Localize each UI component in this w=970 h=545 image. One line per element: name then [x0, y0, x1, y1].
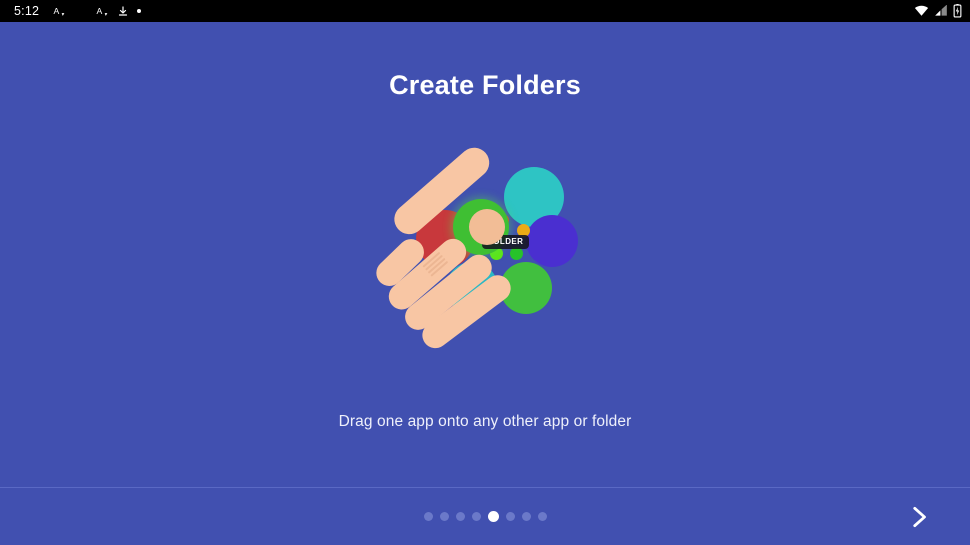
page-dot-2[interactable]: [439, 512, 449, 521]
font-size-icon-2: A: [96, 5, 109, 18]
page-dot-7[interactable]: [521, 512, 531, 521]
create-folders-illustration: FOLDER: [370, 141, 600, 357]
svg-text:A: A: [97, 6, 103, 16]
font-size-icon-1: A: [53, 5, 66, 18]
battery-charging-icon: [953, 4, 962, 18]
page-indicator: [0, 511, 970, 522]
page-dot-6[interactable]: [505, 512, 515, 521]
status-bar-left: 5:12 A A: [8, 4, 142, 18]
bottom-bar: [0, 487, 970, 545]
cell-signal-icon: [934, 5, 948, 17]
status-clock: 5:12: [14, 4, 40, 18]
page-dot-3[interactable]: [455, 512, 465, 521]
page-dot-1[interactable]: [423, 512, 433, 521]
dot-indicator-icon: [137, 9, 142, 13]
page-dot-8[interactable]: [537, 512, 547, 521]
instruction-text: Drag one app onto any other app or folde…: [338, 413, 632, 430]
wifi-icon: [914, 5, 929, 17]
hand-illustration: [370, 141, 600, 357]
status-bar-right: [914, 4, 962, 18]
download-icon: [117, 5, 129, 18]
next-button[interactable]: [896, 495, 940, 539]
page-dot-4[interactable]: [471, 512, 481, 521]
status-bar: 5:12 A A: [0, 0, 970, 22]
chevron-right-icon: [905, 504, 931, 530]
page-dot-5[interactable]: [487, 511, 499, 522]
tutorial-screen: 5:12 A A Create Folders FOLDER Drag one …: [0, 0, 970, 545]
finger-tip: [469, 209, 505, 245]
svg-text:A: A: [54, 6, 60, 16]
page-title: Create Folders: [389, 70, 581, 100]
